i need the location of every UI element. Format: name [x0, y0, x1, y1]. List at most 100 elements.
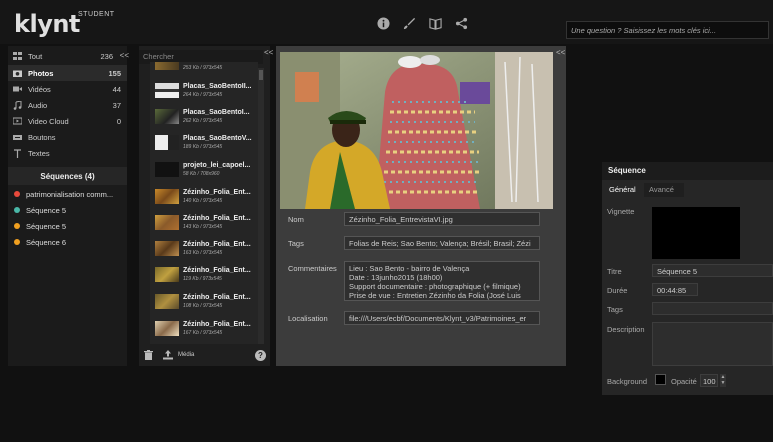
sequence-label: Séquence 5	[26, 221, 67, 231]
file-meta: 163 Kb / 973x545	[183, 250, 223, 256]
file-list: 253 Kb / 973x545 Placas_SaoBentoII... 26…	[150, 62, 258, 344]
file-meta: 167 Kb / 973x545	[183, 330, 223, 336]
category-label: Vidéos	[28, 84, 51, 94]
collapse-library-button[interactable]: <<	[120, 51, 129, 60]
titre-label: Titre	[607, 267, 622, 276]
file-thumbnail	[155, 109, 179, 124]
field-label: Nom	[288, 215, 304, 224]
category-label: Boutons	[28, 132, 56, 142]
tab-general[interactable]: Général	[604, 183, 642, 197]
sequence-color-dot	[14, 239, 20, 245]
collapse-detail-button[interactable]: <<	[556, 48, 565, 57]
localisation-input[interactable]: file:///Users/ecbf/Documents/Klynt_v3/Pa…	[344, 311, 540, 325]
sequence-color-dot	[14, 223, 20, 229]
file-item[interactable]: Placas_SaoBentoV... 189 Kb / 973x545	[150, 132, 258, 156]
opacite-input[interactable]: 100	[700, 374, 718, 387]
field-tags: Tags Folias de Reis; Sao Bento; Valença;…	[288, 236, 558, 252]
category-texts[interactable]: Textes	[8, 145, 127, 161]
description-textarea[interactable]	[652, 322, 773, 366]
nom-input[interactable]: Zézinho_Folia_EntrevistaVI.jpg	[344, 212, 540, 226]
share-icon[interactable]	[454, 16, 468, 30]
titre-input[interactable]: Séquence 5	[652, 264, 773, 277]
file-item[interactable]: Placas_SaoBentoI... 262 Kb / 973x545	[150, 106, 258, 130]
category-label: Video Cloud	[28, 116, 69, 126]
brush-icon[interactable]	[402, 16, 416, 30]
category-label: Textes	[28, 148, 50, 158]
media-detail-panel: Nom Zézinho_Folia_EntrevistaVI.jpg Tags …	[276, 46, 566, 366]
toolbar	[376, 16, 468, 36]
file-thumbnail	[155, 62, 179, 70]
file-thumbnail	[155, 267, 179, 282]
book-icon[interactable]	[428, 16, 442, 30]
vignette-thumbnail[interactable]	[652, 207, 740, 259]
category-audio[interactable]: Audio 37	[8, 97, 127, 113]
category-count: 37	[112, 100, 121, 110]
file-list-scrollbar[interactable]	[258, 68, 264, 344]
sequence-panel-title: Séquence	[602, 162, 773, 180]
file-meta: 58 Kb / 708x960	[183, 171, 220, 177]
file-name: projeto_lei_capoel...	[183, 162, 251, 169]
sequence-tags-input[interactable]	[652, 302, 773, 315]
sequence-color-dot	[14, 207, 20, 213]
file-meta: 143 Kb / 973x545	[183, 224, 223, 230]
duree-input[interactable]: 00:44:85	[652, 283, 698, 296]
sequence-label: patrimonialisation comm...	[26, 189, 114, 199]
photo-preview	[280, 52, 553, 209]
category-videos[interactable]: Vidéos 44	[8, 81, 127, 97]
video-icon	[12, 85, 22, 93]
background-color-swatch[interactable]	[655, 374, 666, 385]
category-label: Photos	[28, 68, 54, 78]
category-all[interactable]: Tout 236 <<	[8, 48, 129, 64]
commentaires-textarea[interactable]: Lieu : Sao Bento - bairro de Valença Dat…	[344, 261, 540, 301]
file-meta: 253 Kb / 973x545	[183, 65, 223, 71]
sequence-item[interactable]: Séquence 5	[8, 202, 127, 218]
file-item[interactable]: projeto_lei_capoel... 58 Kb / 708x960	[150, 159, 258, 183]
field-label: Commentaires	[288, 264, 337, 273]
upload-icon[interactable]	[163, 350, 173, 362]
tab-avance[interactable]: Avancé	[644, 183, 684, 197]
help-icon[interactable]: ?	[255, 350, 266, 361]
opacite-stepper[interactable]: ▲ ▼	[720, 374, 726, 387]
cloud-video-icon	[12, 117, 22, 125]
collapse-files-button[interactable]: <<	[264, 48, 273, 57]
info-icon[interactable]	[376, 16, 390, 30]
edition-label: STUDENT	[78, 11, 115, 18]
file-name: Zézinho_Folia_Ent...	[183, 267, 251, 274]
sequences-header[interactable]: Séquences (4)	[8, 167, 127, 185]
category-count: 0	[116, 116, 121, 126]
category-photos[interactable]: Photos 155	[8, 65, 127, 81]
file-item[interactable]: Zézinho_Folia_Ent... 163 Kb / 973x545	[150, 238, 258, 262]
description-label: Description	[607, 325, 645, 334]
tags-label: Tags	[607, 305, 623, 314]
sequence-item[interactable]: Séquence 5	[8, 218, 127, 234]
sequence-item[interactable]: patrimonialisation comm...	[8, 186, 127, 202]
category-buttons[interactable]: Boutons	[8, 129, 127, 145]
file-item[interactable]: Zézinho_Folia_Ent... 108 Kb / 973x545	[150, 291, 258, 315]
file-item[interactable]: Zézinho_Folia_Ent... 119 Kb / 973x545	[150, 264, 258, 288]
file-item[interactable]: Placas_SaoBentoII... 264 Kb / 973x545	[150, 80, 258, 104]
file-thumbnail	[155, 135, 179, 150]
trash-icon[interactable]	[144, 350, 153, 362]
file-thumbnail	[155, 241, 179, 256]
duree-label: Durée	[607, 286, 628, 295]
grid-icon	[12, 52, 22, 60]
file-meta: 108 Kb / 973x545	[183, 303, 223, 309]
file-name: Zézinho_Folia_Ent...	[183, 241, 251, 248]
file-name: Placas_SaoBentoV...	[183, 135, 252, 142]
file-item[interactable]: Zézinho_Folia_Ent... 143 Kb / 973x545	[150, 212, 258, 236]
tags-input[interactable]: Folias de Reis; Sao Bento; Valença; Brés…	[344, 236, 540, 250]
category-video-cloud[interactable]: Video Cloud 0	[8, 113, 127, 129]
file-item[interactable]: Zézinho_Folia_Ent... 167 Kb / 973x545	[150, 318, 258, 342]
text-icon	[12, 148, 22, 158]
file-meta: 264 Kb / 973x545	[183, 92, 223, 98]
background-label: Background	[607, 377, 648, 386]
media-button[interactable]: Média	[178, 352, 194, 358]
scrollbar-thumb[interactable]	[259, 70, 263, 80]
file-meta: 119 Kb / 973x545	[183, 276, 222, 282]
file-meta: 189 Kb / 973x545	[183, 144, 223, 150]
sequence-tabs: Général Avancé	[602, 183, 773, 197]
file-item[interactable]: Zézinho_Folia_Ent... 140 Kb / 973x545	[150, 186, 258, 210]
file-thumbnail	[155, 162, 179, 177]
sequence-item[interactable]: Séquence 6	[8, 234, 127, 250]
search-input[interactable]	[566, 21, 769, 39]
